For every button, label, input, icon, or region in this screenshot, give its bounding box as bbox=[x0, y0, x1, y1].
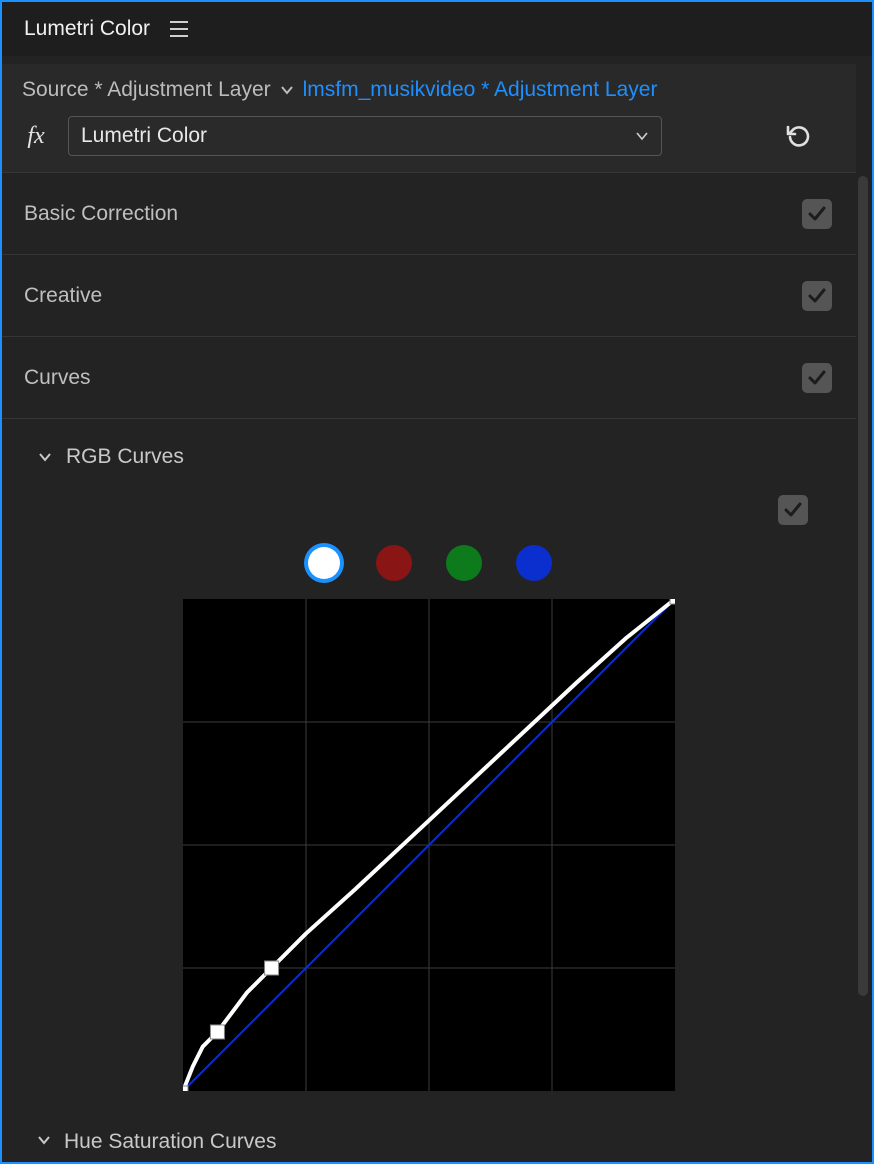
channel-green-dot[interactable] bbox=[446, 545, 482, 581]
rgb-curves-label: RGB Curves bbox=[66, 445, 184, 469]
chevron-down-icon[interactable] bbox=[279, 82, 295, 98]
reset-effect-icon[interactable] bbox=[782, 119, 816, 153]
curve-canvas[interactable] bbox=[183, 599, 675, 1091]
section-creative[interactable]: Creative bbox=[2, 254, 856, 336]
section-label: Creative bbox=[24, 284, 102, 308]
channel-blue-dot[interactable] bbox=[516, 545, 552, 581]
panel-body: Source * Adjustment Layer lmsfm_musikvid… bbox=[2, 56, 872, 1162]
creative-checkbox[interactable] bbox=[802, 281, 832, 311]
panel-scroll-content: Source * Adjustment Layer lmsfm_musikvid… bbox=[2, 56, 856, 1162]
effect-selector-row: fx Lumetri Color bbox=[2, 112, 856, 172]
panel-menu-icon[interactable] bbox=[170, 21, 188, 37]
rgb-curves-enable-row bbox=[26, 495, 832, 539]
chevron-down-icon bbox=[635, 129, 649, 143]
channel-luma-dot[interactable] bbox=[308, 547, 340, 579]
source-clip-label[interactable]: Source * Adjustment Layer bbox=[22, 78, 271, 102]
hue-saturation-label: Hue Saturation Curves bbox=[64, 1130, 276, 1154]
curve-channel-selector bbox=[26, 539, 832, 599]
hue-saturation-header[interactable]: Hue Saturation Curves bbox=[26, 1107, 832, 1162]
rgb-curves-header[interactable]: RGB Curves bbox=[26, 419, 832, 495]
chevron-down-icon bbox=[36, 448, 54, 466]
lumetri-color-panel: Lumetri Color Source * Adjustment Layer … bbox=[0, 0, 874, 1164]
basic-correction-checkbox[interactable] bbox=[802, 199, 832, 229]
chevron-down-icon bbox=[36, 1131, 52, 1154]
rgb-curves-checkbox[interactable] bbox=[778, 495, 808, 525]
section-basic-correction[interactable]: Basic Correction bbox=[2, 172, 856, 254]
vertical-scrollbar[interactable] bbox=[856, 56, 870, 1162]
panel-title-bar: Lumetri Color bbox=[2, 2, 872, 56]
panel-title: Lumetri Color bbox=[24, 17, 150, 41]
effect-dropdown-label: Lumetri Color bbox=[81, 124, 207, 148]
section-label: Basic Correction bbox=[24, 202, 178, 226]
effect-dropdown[interactable]: Lumetri Color bbox=[68, 116, 662, 156]
curves-body: RGB Curves bbox=[2, 418, 856, 1162]
channel-red-dot[interactable] bbox=[376, 545, 412, 581]
scrollbar-thumb[interactable] bbox=[858, 176, 868, 996]
curve-canvas-wrap bbox=[26, 599, 832, 1097]
section-curves[interactable]: Curves bbox=[2, 336, 856, 418]
sequence-clip-label[interactable]: lmsfm_musikvideo * Adjustment Layer bbox=[303, 78, 658, 102]
source-dest-breadcrumb: Source * Adjustment Layer lmsfm_musikvid… bbox=[2, 64, 856, 112]
section-label: Curves bbox=[24, 366, 91, 390]
fx-toggle-icon[interactable]: fx bbox=[22, 123, 50, 150]
curves-checkbox[interactable] bbox=[802, 363, 832, 393]
